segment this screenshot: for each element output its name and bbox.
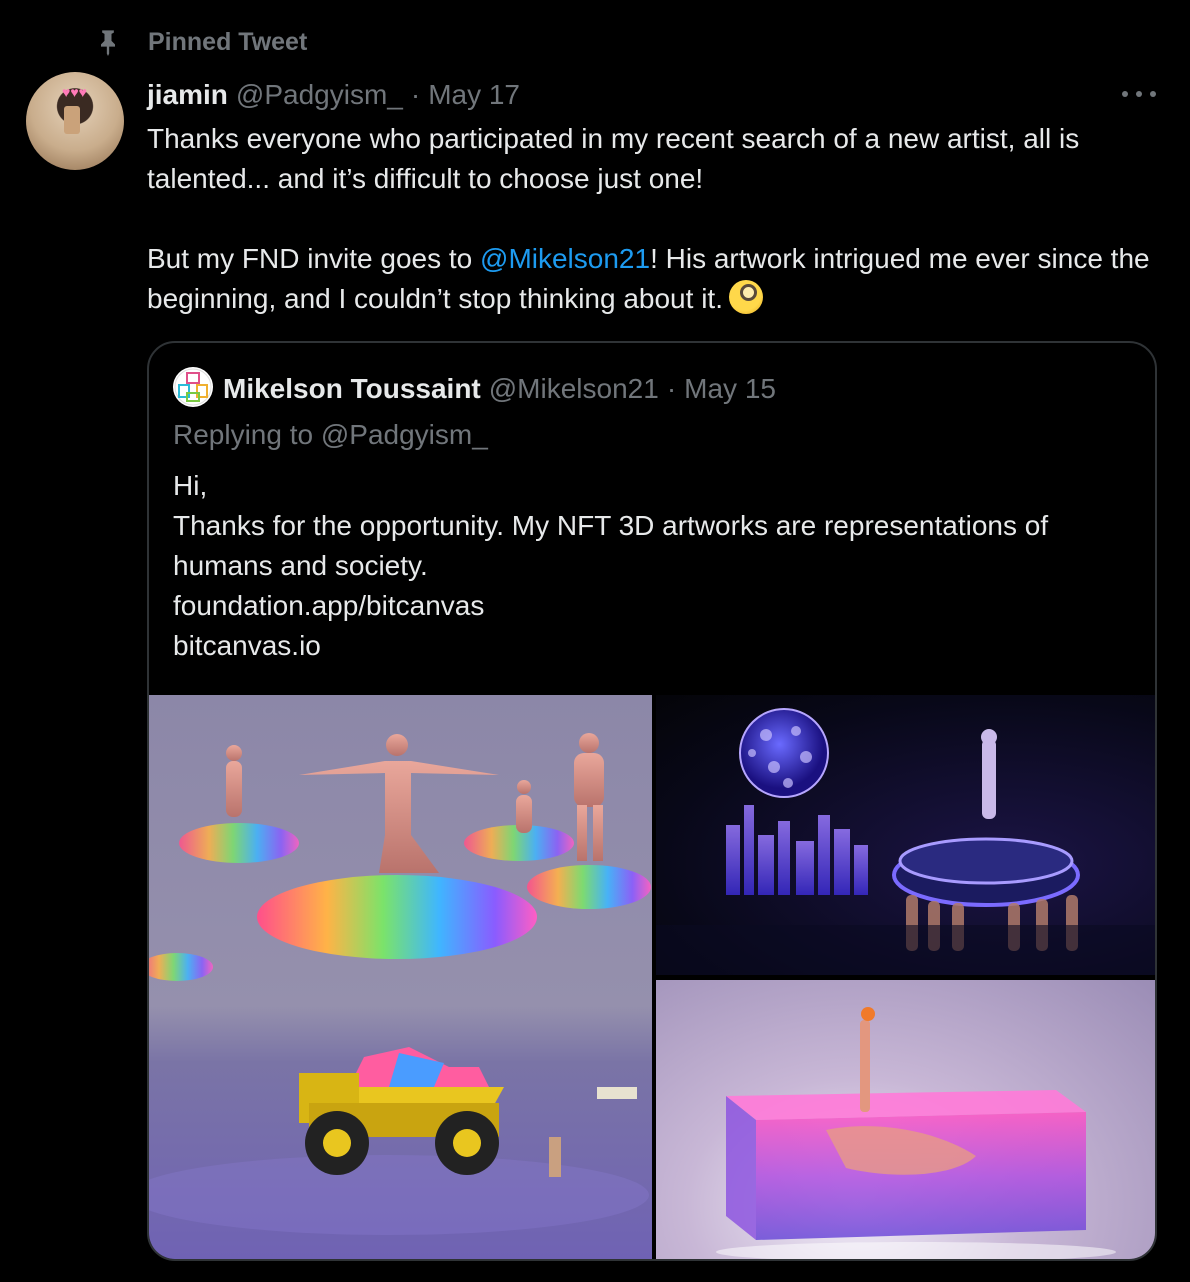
pinned-tweet-indicator: Pinned Tweet [94, 26, 307, 58]
paragraph-text-before: But my FND invite goes to [147, 243, 481, 274]
separator-dot: · [666, 373, 677, 404]
face-with-monocle-icon [728, 280, 763, 314]
quote-line: Hi, [173, 470, 208, 501]
replying-to: Replying to @Padgyism_ [173, 419, 488, 450]
quote-date[interactable]: May 15 [684, 373, 776, 405]
quote-link[interactable]: bitcanvas.io [173, 626, 1133, 666]
quoted-tweet[interactable]: Mikelson Toussaint @Mikelson21 · May 15 … [147, 341, 1157, 1261]
author-avatar[interactable]: ♥♥♥ [26, 72, 124, 170]
pinned-label: Pinned Tweet [148, 27, 308, 56]
tweet-date[interactable]: May 17 [428, 79, 520, 111]
separator-dot: · [410, 79, 421, 110]
neon-city-image[interactable] [656, 695, 1155, 975]
quote-text: Hi, Thanks for the opportunity. My NFT 3… [173, 466, 1133, 666]
more-dot-icon [1150, 91, 1156, 97]
quote-author-handle[interactable]: @Mikelson21 [489, 373, 659, 405]
tweet-paragraph-1: Thanks everyone who participated in my r… [147, 123, 1080, 194]
mention-link[interactable]: @Mikelson21 [480, 243, 650, 274]
figure-in-pool-image[interactable] [656, 980, 1155, 1259]
floating-figures-image[interactable] [149, 695, 652, 1259]
tweet-header: jiamin @Padgyism_ · May 17 [147, 76, 520, 114]
quote-line: Thanks for the opportunity. My NFT 3D ar… [173, 510, 1049, 581]
quote-header: Mikelson Toussaint @Mikelson21 · May 15 [223, 369, 776, 409]
quote-author-avatar [173, 367, 213, 407]
more-dot-icon [1122, 91, 1128, 97]
hearts-decoration: ♥♥♥ [62, 84, 87, 100]
tweet-paragraph-2: But my FND invite goes to @Mikelson21! H… [147, 239, 1157, 319]
more-dot-icon [1136, 91, 1142, 97]
author-name[interactable]: jiamin [147, 79, 228, 111]
tweet-text: Thanks everyone who participated in my r… [147, 119, 1157, 319]
quote-author-name[interactable]: Mikelson Toussaint [223, 373, 481, 405]
quote-link[interactable]: foundation.app/bitcanvas [173, 586, 1133, 626]
more-options-button[interactable] [1122, 82, 1156, 106]
author-handle[interactable]: @Padgyism_ [236, 79, 403, 111]
pin-icon [101, 30, 115, 56]
phone-shape [64, 106, 80, 134]
media-grid [149, 695, 1155, 1259]
